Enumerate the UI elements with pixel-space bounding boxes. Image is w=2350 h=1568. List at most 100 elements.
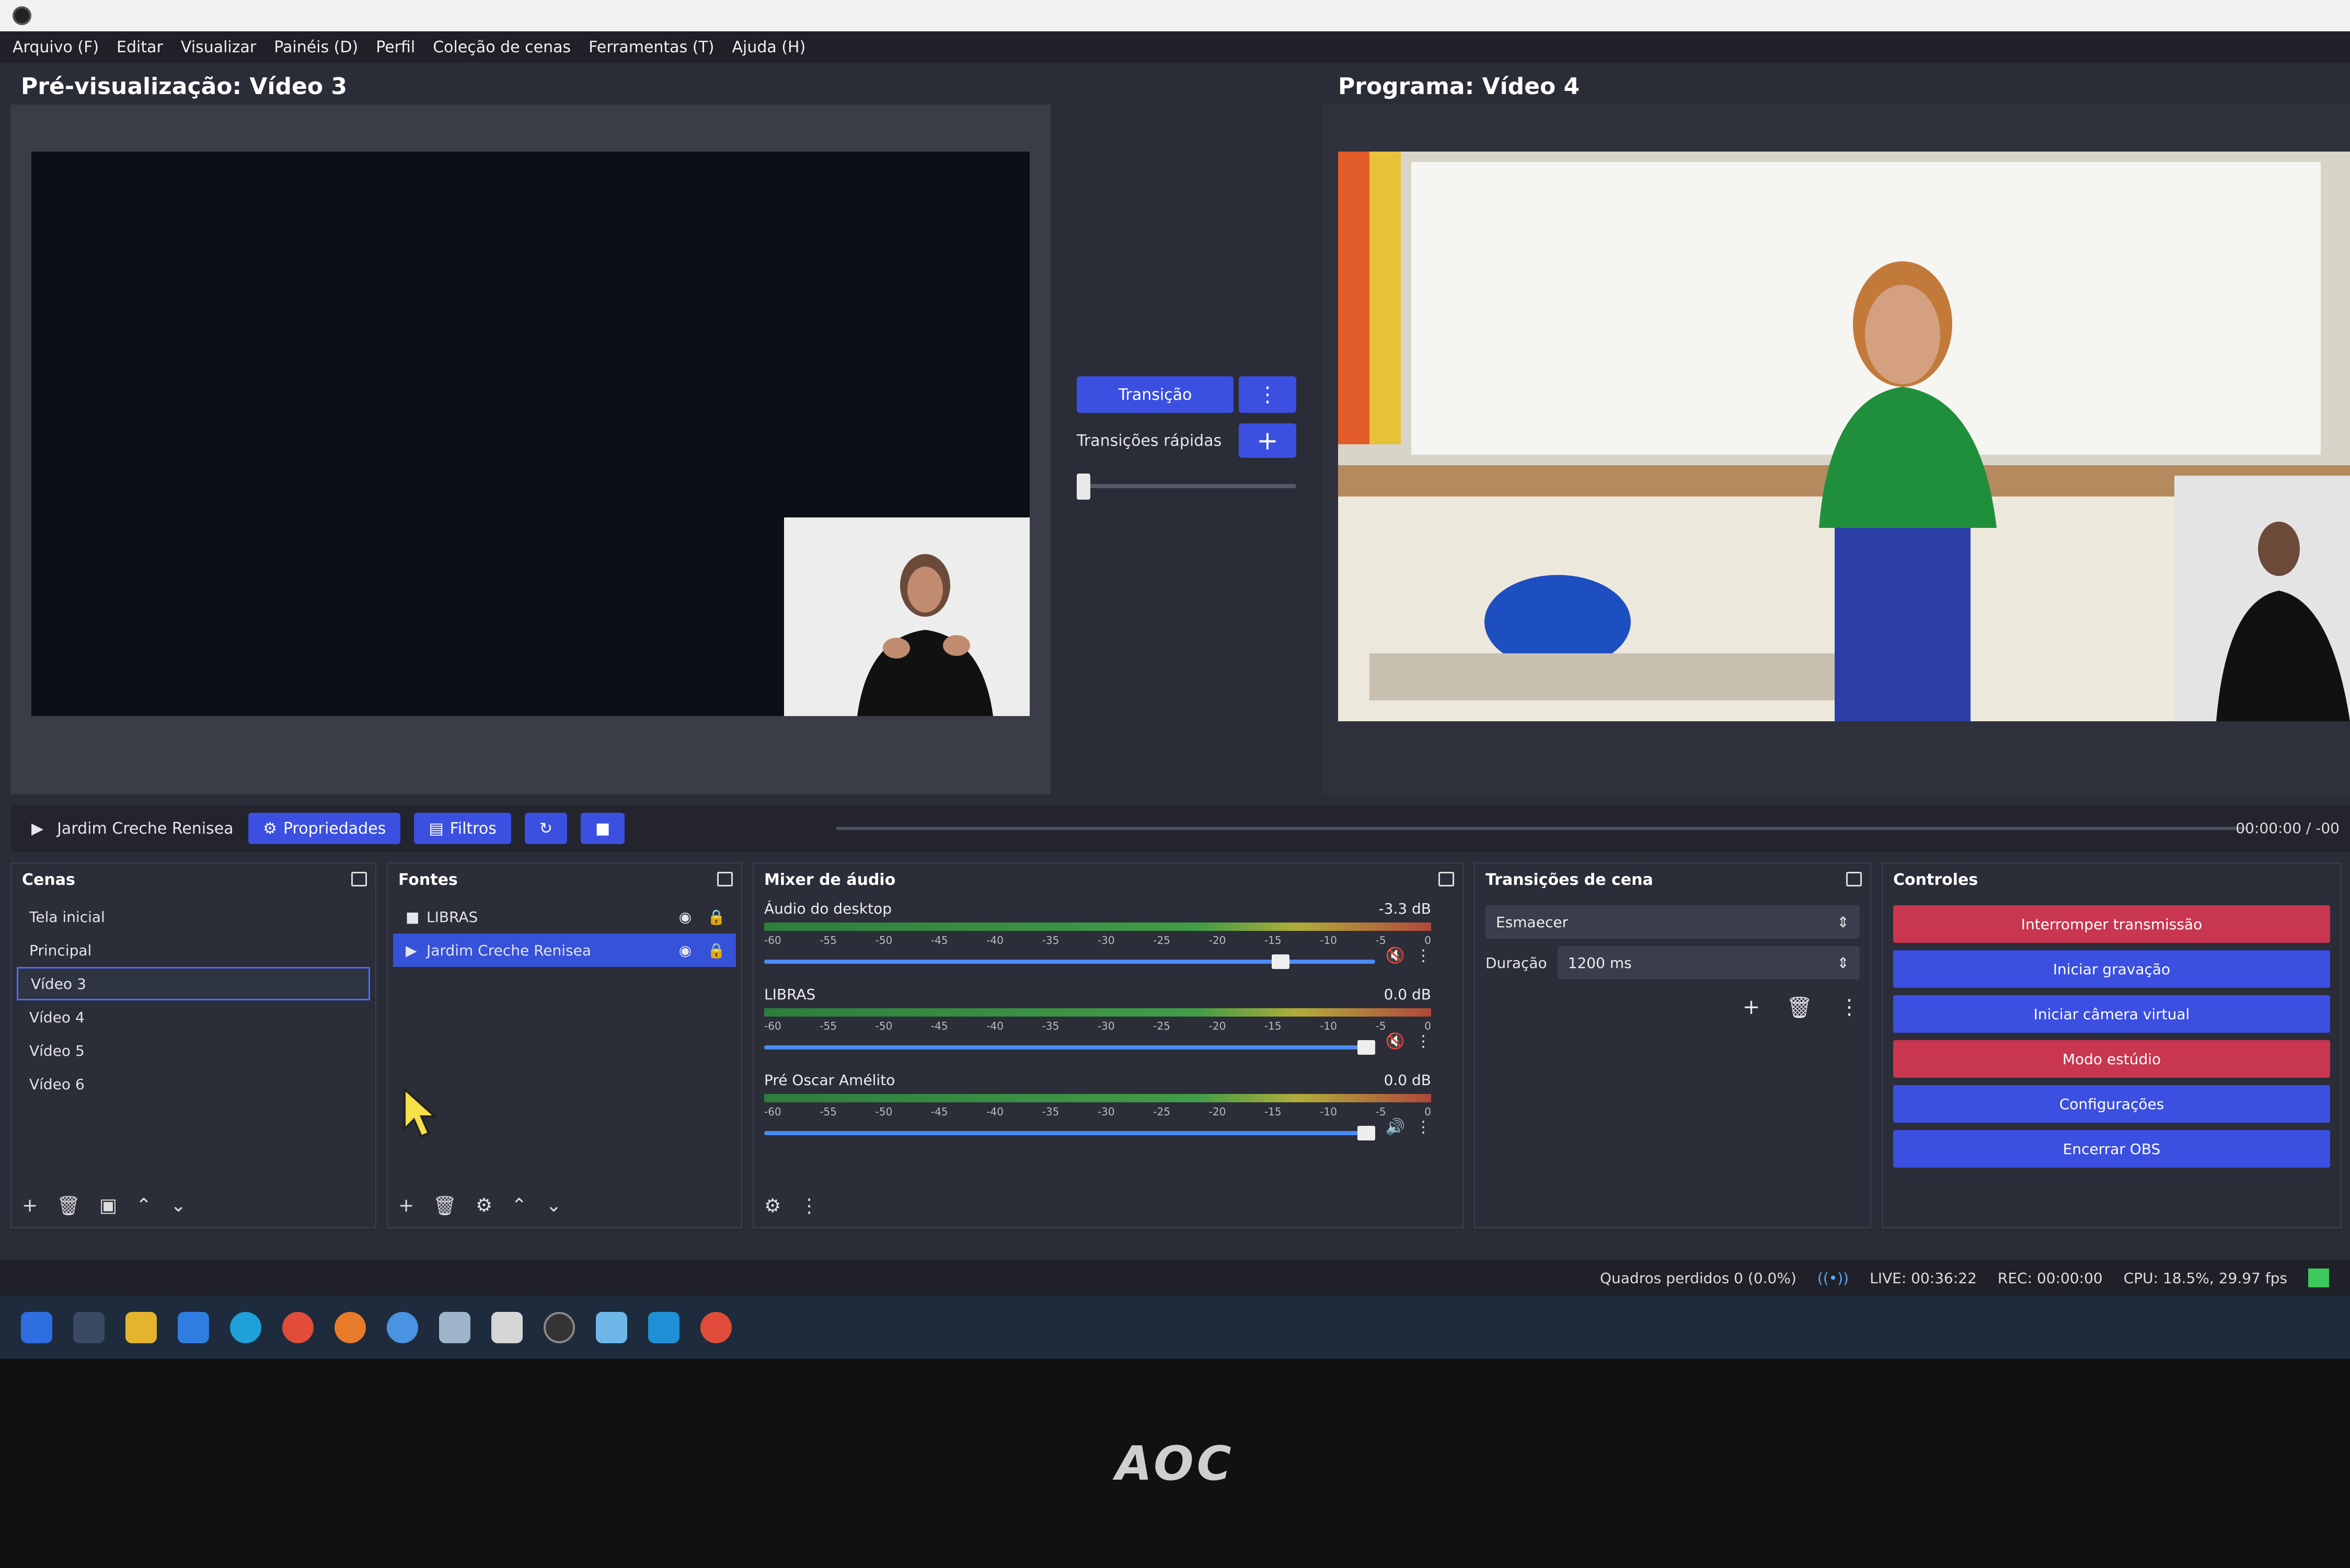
monitor-brand-logo: AOC [1115, 1436, 1235, 1491]
more-icon[interactable]: ⋮ [800, 1195, 819, 1217]
more-icon[interactable]: ⋮ [1415, 1118, 1431, 1136]
spinner-icon[interactable]: ⇕ [1837, 954, 1849, 972]
start-icon[interactable] [21, 1312, 52, 1343]
undock-icon[interactable] [717, 872, 733, 886]
scene-item[interactable]: Vídeo 5 [17, 1034, 370, 1067]
transition-type-select[interactable]: Esmaecer ⇕ [1485, 905, 1860, 939]
scene-item[interactable]: Principal [17, 933, 370, 967]
speaker-icon[interactable]: 🔊 [1386, 1118, 1405, 1136]
control-button[interactable]: Interromper transmissão [1893, 905, 2330, 943]
muted-speaker-icon[interactable]: 🔇 [1386, 947, 1405, 965]
file-explorer-icon[interactable] [125, 1312, 157, 1343]
obs-taskbar-icon[interactable] [544, 1312, 575, 1343]
more-icon[interactable]: ⋮ [1839, 995, 1860, 1020]
zoom-icon[interactable] [178, 1312, 209, 1343]
mixer-toolbar: ⚙ ⋮ [764, 1195, 819, 1217]
control-button[interactable]: Encerrar OBS [1893, 1130, 2330, 1168]
menu-perfil[interactable]: Perfil [376, 38, 415, 56]
meter-scale: -60 -55 -50 -45 -40 -35 -30 -25 -20 -15 -10 -5 0 [764, 1105, 1431, 1118]
obs-window: Arquivo (F) Editar Visualizar Painéis (D… [0, 0, 2350, 1568]
app-icon[interactable] [648, 1312, 679, 1343]
menu-arquivo[interactable]: Arquivo (F) [13, 38, 99, 56]
scale-tick: -5 [1375, 1020, 1386, 1032]
scale-tick: -20 [1208, 1105, 1226, 1118]
menu-editar[interactable]: Editar [117, 38, 163, 56]
filters-button[interactable]: ▤ Filtros [414, 813, 511, 844]
volume-handle[interactable] [1357, 1040, 1375, 1055]
gear-icon[interactable]: ⚙ [764, 1195, 781, 1217]
volume-slider[interactable] [764, 954, 1375, 969]
duration-field[interactable]: 1200 ms ⇕ [1557, 946, 1860, 979]
control-button[interactable]: Iniciar câmera virtual [1893, 995, 2330, 1033]
move-down-icon[interactable]: ⌄ [546, 1195, 561, 1217]
scale-tick: -25 [1153, 1105, 1170, 1118]
undock-icon[interactable] [1438, 872, 1454, 886]
transition-slider-track[interactable] [1077, 484, 1296, 488]
undock-icon[interactable] [351, 872, 367, 886]
gear-icon[interactable]: ⚙ [476, 1195, 492, 1217]
media-seek-bar[interactable] [836, 827, 2248, 830]
task-view-icon[interactable] [73, 1312, 105, 1343]
chrome-icon[interactable] [282, 1312, 314, 1343]
transition-menu-button[interactable]: ⋮ [1239, 376, 1296, 413]
scene-item-selected[interactable]: Vídeo 3 [17, 967, 370, 1000]
browser-icon[interactable] [387, 1312, 418, 1343]
menu-ajuda[interactable]: Ajuda (H) [732, 38, 805, 56]
menu-colecao-de-cenas[interactable]: Coleção de cenas [433, 38, 571, 56]
mixer-channels: Áudio do desktop -3.3 dB -60 -55 -50 -45 -40… [764, 900, 1431, 1157]
scene-item[interactable]: Vídeo 4 [17, 1000, 370, 1034]
more-icon[interactable]: ⋮ [1415, 947, 1431, 965]
trash-icon[interactable]: 🗑 [1786, 995, 1813, 1020]
add-icon[interactable]: + [398, 1195, 414, 1217]
menu-ferramentas[interactable]: Ferramentas (T) [589, 38, 714, 56]
volume-slider[interactable] [764, 1125, 1375, 1140]
menu-bar: Arquivo (F) Editar Visualizar Painéis (D… [0, 31, 2350, 63]
app-icon[interactable] [596, 1312, 627, 1343]
trash-icon[interactable]: 🗑 [433, 1195, 457, 1217]
lock-icon[interactable]: 🔒 [707, 908, 725, 926]
scale-tick: -15 [1264, 1020, 1282, 1032]
properties-button[interactable]: ⚙ Propriedades [248, 813, 401, 844]
clapperboard-icon[interactable] [491, 1312, 523, 1343]
control-button[interactable]: Iniciar gravação [1893, 950, 2330, 988]
scene-item[interactable]: Vídeo 6 [17, 1067, 370, 1101]
add-icon[interactable]: + [1743, 995, 1760, 1020]
volume-handle[interactable] [1357, 1125, 1375, 1140]
source-item[interactable]: ■ LIBRAS ◉ 🔒 [393, 900, 736, 933]
control-button[interactable]: Modo estúdio [1893, 1040, 2330, 1078]
undock-icon[interactable] [1846, 872, 1862, 886]
scene-transitions-dock: Transições de cena Esmaecer ⇕ Duração 12… [1474, 862, 1871, 1228]
preview-canvas[interactable] [31, 152, 1030, 716]
channel-db: 0.0 dB [1384, 986, 1431, 1003]
stop-button[interactable]: ■ [580, 813, 625, 844]
control-button[interactable]: Configurações [1893, 1085, 2330, 1123]
eye-icon[interactable]: ◉ [679, 942, 692, 959]
muted-speaker-icon[interactable]: 🔇 [1386, 1032, 1405, 1051]
menu-paineis[interactable]: Painéis (D) [274, 38, 358, 56]
transition-slider-handle[interactable] [1077, 474, 1090, 500]
menu-visualizar[interactable]: Visualizar [181, 38, 256, 56]
source-item-selected[interactable]: ▶ Jardim Creche Renisea ◉ 🔒 [393, 933, 736, 967]
move-down-icon[interactable]: ⌄ [170, 1195, 186, 1217]
chat-icon[interactable] [439, 1312, 470, 1343]
chrome-icon[interactable] [700, 1312, 732, 1343]
lock-icon[interactable]: 🔒 [707, 942, 725, 959]
move-up-icon[interactable]: ⌃ [136, 1195, 152, 1217]
scene-item[interactable]: Tela inicial [17, 900, 370, 933]
eye-icon[interactable]: ◉ [679, 908, 692, 926]
edge-icon[interactable] [230, 1312, 261, 1343]
transition-button[interactable]: Transição [1077, 376, 1234, 413]
trash-icon[interactable]: 🗑 [56, 1195, 80, 1217]
scale-tick: -45 [930, 934, 948, 947]
restart-button[interactable]: ↻ [524, 813, 567, 844]
volume-slider[interactable] [764, 1040, 1375, 1055]
scene-transitions-title: Transições de cena [1485, 871, 1653, 889]
move-up-icon[interactable]: ⌃ [511, 1195, 527, 1217]
play-icon[interactable]: ▶ [31, 820, 43, 838]
add-quick-transition-button[interactable]: + [1239, 423, 1296, 458]
volume-handle[interactable] [1272, 954, 1290, 969]
add-icon[interactable]: + [22, 1195, 38, 1217]
filter-icon[interactable]: ▣ [99, 1195, 117, 1217]
more-icon[interactable]: ⋮ [1415, 1032, 1431, 1051]
firefox-icon[interactable] [335, 1312, 366, 1343]
